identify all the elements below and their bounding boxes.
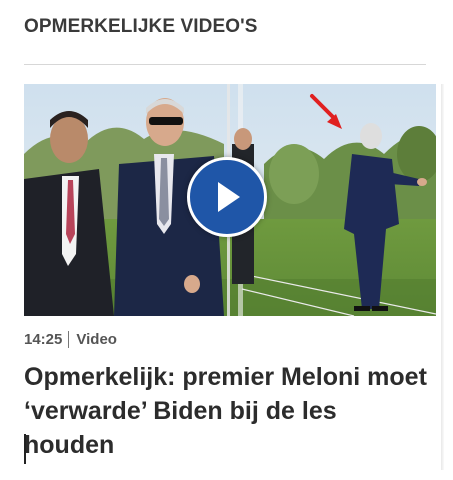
video-thumbnail[interactable]	[24, 84, 436, 316]
section-title: OPMERKELIJKE VIDEO'S	[24, 16, 258, 37]
card-edge-shadow	[441, 84, 444, 470]
video-meta: 14:25 Video	[24, 331, 117, 348]
page: OPMERKELIJKE VIDEO'S 14:25 Video Opmerke…	[0, 0, 453, 480]
play-button[interactable]	[187, 157, 267, 237]
play-icon	[218, 182, 240, 212]
video-duration: 14:25	[24, 331, 63, 348]
video-type-label: Video	[76, 331, 117, 348]
meta-separator	[68, 331, 70, 348]
video-headline[interactable]: Opmerkelijk: premier Meloni moet ‘verwar…	[24, 360, 429, 462]
text-cursor	[24, 434, 26, 464]
section-divider	[24, 64, 426, 65]
video-card[interactable]: 14:25 Video Opmerkelijk: premier Meloni …	[24, 84, 436, 459]
